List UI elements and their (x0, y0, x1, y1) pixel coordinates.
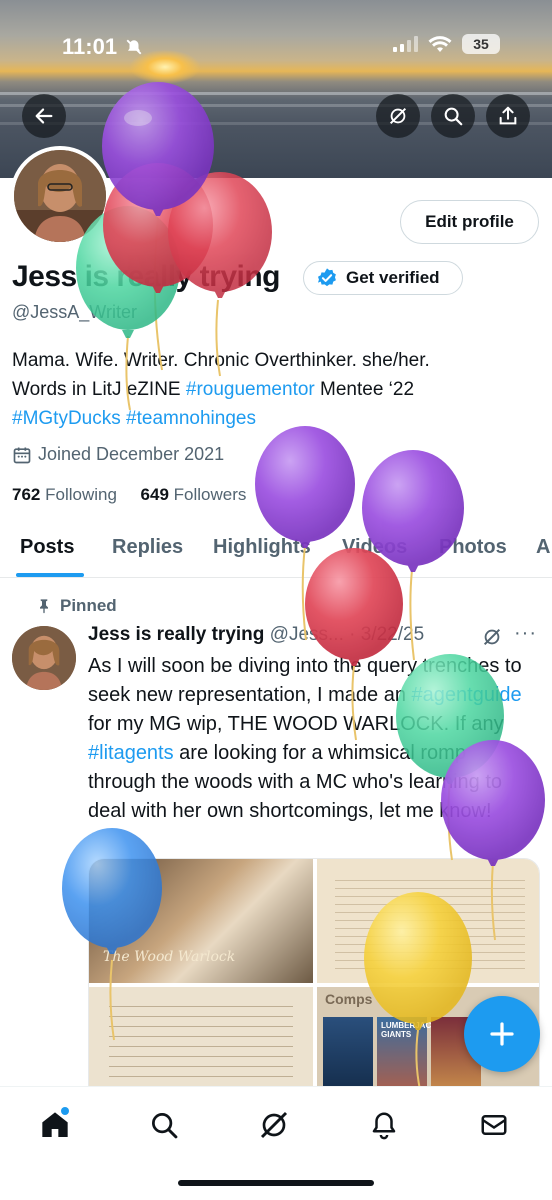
nav-home[interactable] (31, 1101, 79, 1149)
home-indicator (178, 1180, 374, 1186)
search-icon (152, 1113, 178, 1139)
plus-icon (490, 1022, 514, 1046)
compose-button[interactable] (464, 996, 540, 1072)
nav-grok[interactable] (250, 1101, 298, 1149)
nav-messages[interactable] (470, 1101, 518, 1149)
nav-notifications[interactable] (360, 1101, 408, 1149)
mail-icon (481, 1115, 507, 1135)
bell-icon (372, 1112, 396, 1140)
nav-search[interactable] (140, 1101, 188, 1149)
notification-dot (61, 1107, 69, 1115)
grok-icon (260, 1111, 288, 1139)
